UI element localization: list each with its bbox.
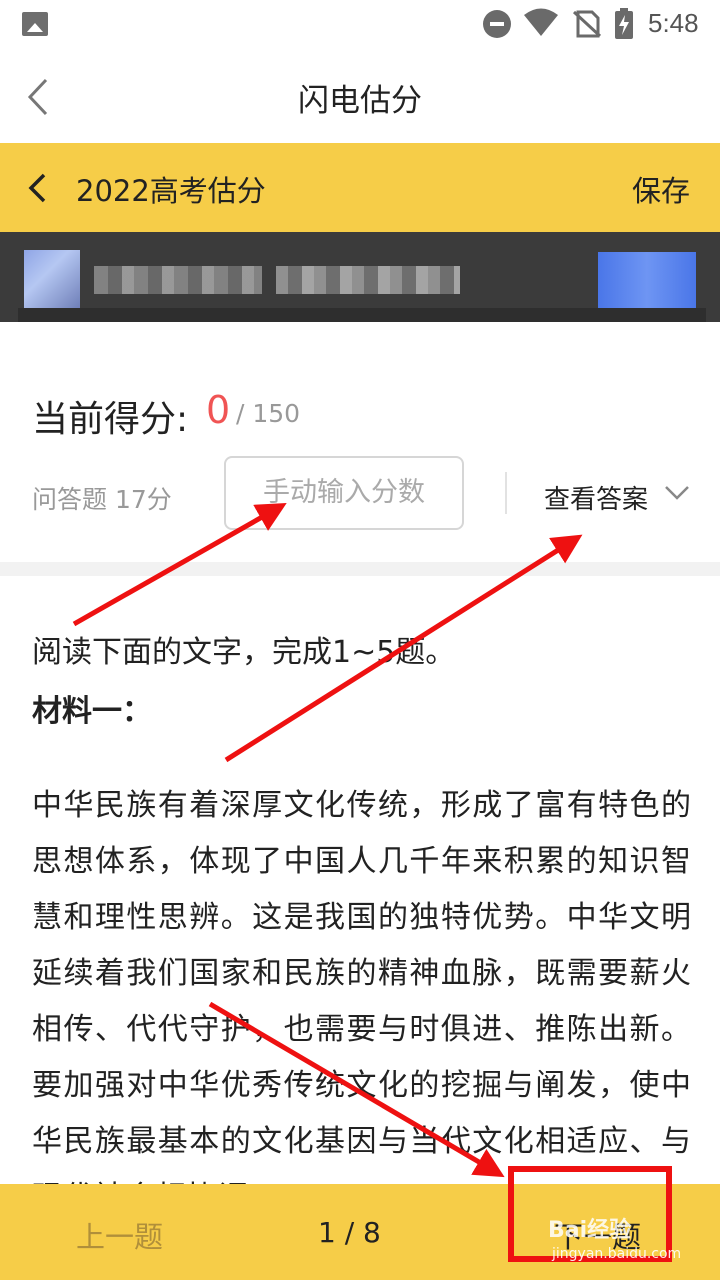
image-icon	[22, 12, 48, 36]
do-not-disturb-icon	[483, 10, 511, 38]
manual-score-input[interactable]: 手动输入分数	[224, 456, 464, 530]
exam-title: 2022高考估分	[76, 174, 266, 208]
no-sim-icon	[572, 10, 602, 38]
status-time: 5:48	[648, 8, 699, 38]
passage-intro: 阅读下面的文字，完成1~5题。	[32, 635, 456, 670]
divider	[505, 472, 507, 514]
exam-back-chevron-icon[interactable]	[26, 171, 50, 205]
section-divider	[0, 562, 720, 576]
blurred-button	[598, 252, 696, 308]
blurred-text-2	[276, 266, 460, 294]
exam-bar: 2022高考估分 保存	[0, 143, 720, 232]
page-indicator: 1 / 8	[318, 1216, 381, 1249]
baidu-jingyan-watermark: Bai经验 jingyan.baidu.com	[548, 1212, 688, 1268]
view-answer-button[interactable]: 查看答案	[544, 479, 648, 516]
battery-charging-icon	[615, 8, 633, 39]
total-score: / 150	[236, 399, 301, 428]
material-title: 材料一：	[32, 694, 152, 729]
chevron-down-icon[interactable]	[664, 485, 690, 501]
passage-paragraph: 中华民族有着深厚文化传统，形成了富有特色的思想体系，体现了中国人几千年来积累的知…	[32, 788, 692, 1215]
passage-content: 阅读下面的文字，完成1~5题。 材料一： 中华民族有着深厚文化传统，形成了富有特…	[32, 628, 692, 1226]
current-score-label: 当前得分:	[32, 399, 189, 440]
watermark-url: jingyan.baidu.com	[552, 1246, 682, 1262]
score-panel: 当前得分: 0 / 150 问答题 17分 手动输入分数 查看答案	[0, 322, 720, 562]
page-title: 闪电估分	[298, 83, 422, 119]
status-bar: 5:48	[0, 0, 720, 50]
watermark-logo: Bai经验	[548, 1218, 632, 1243]
save-button[interactable]: 保存	[632, 168, 690, 210]
app-header: 闪电估分	[0, 50, 720, 143]
current-score-value: 0	[206, 388, 231, 432]
wifi-icon	[524, 8, 558, 36]
blurred-info-bar	[0, 232, 720, 322]
blurred-text-1	[94, 266, 262, 294]
blurred-bar-shadow	[18, 308, 706, 322]
question-type-label: 问答题 17分	[32, 485, 172, 514]
blurred-avatar	[24, 250, 80, 308]
prev-question-button[interactable]: 上一题	[76, 1214, 163, 1256]
